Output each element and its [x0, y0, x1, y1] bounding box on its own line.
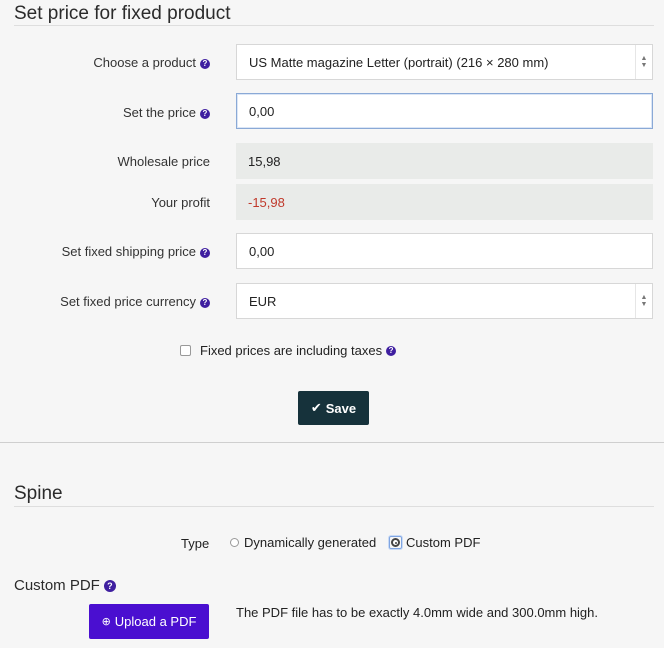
help-icon[interactable]: ? [386, 345, 397, 356]
spine-type-label: Type [181, 536, 210, 551]
price-label: Set the price? [14, 105, 210, 120]
help-icon[interactable]: ? [200, 109, 210, 119]
currency-label: Set fixed price currency? [14, 294, 210, 309]
radio-custom[interactable] [391, 538, 400, 547]
section-divider [0, 442, 664, 443]
wholesale-value: 15,98 [236, 143, 653, 179]
pdf-size-note: The PDF file has to be exactly 4.0mm wid… [236, 605, 599, 620]
divider [14, 25, 654, 26]
save-button[interactable]: ✔ Save [298, 391, 369, 425]
upload-pdf-label: Upload a PDF [114, 614, 197, 629]
wholesale-label: Wholesale price [14, 154, 211, 169]
radio-custom-label: Custom PDF [406, 535, 481, 550]
currency-label-text: Set fixed price currency [60, 294, 196, 309]
currency-select[interactable]: EUR ▲ ▼ [236, 283, 653, 319]
product-select-value: US Matte magazine Letter (portrait) (216… [249, 54, 549, 70]
divider [14, 506, 654, 507]
radio-dynamic-row[interactable]: Dynamically generated [230, 535, 376, 550]
radio-custom-row[interactable]: Custom PDF [389, 535, 480, 550]
taxes-checkbox[interactable] [180, 345, 191, 356]
custom-pdf-title-text: Custom PDF [14, 577, 100, 594]
shipping-label-text: Set fixed shipping price [61, 244, 196, 259]
profit-value: -15,98 [236, 184, 653, 220]
upload-icon: ⊕ [101, 616, 111, 628]
radio-dynamic[interactable] [230, 538, 239, 547]
radio-custom-focus-ring [389, 536, 402, 549]
help-icon[interactable]: ? [103, 580, 116, 592]
taxes-label: Fixed prices are including taxes [200, 343, 383, 358]
custom-pdf-title: Custom PDF? [14, 577, 116, 594]
fixed-price-title: Set price for fixed product [14, 3, 231, 24]
profit-label-text: Your profit [151, 195, 210, 210]
taxes-checkbox-row[interactable]: Fixed prices are including taxes? [180, 343, 397, 358]
shipping-input-value: 0,00 [249, 243, 275, 259]
shipping-label: Set fixed shipping price? [14, 244, 210, 259]
upload-pdf-button[interactable]: ⊕ Upload a PDF [89, 604, 209, 639]
spine-title: Spine [14, 483, 63, 504]
product-label: Choose a product? [14, 55, 210, 70]
price-input[interactable]: 0,00 [236, 93, 653, 129]
chevron-down-icon: ▲ ▼ [635, 284, 652, 318]
radio-dynamic-label: Dynamically generated [244, 535, 377, 550]
profit-label: Your profit [14, 195, 210, 210]
help-icon[interactable]: ? [200, 59, 210, 69]
wholesale-value-text: 15,98 [248, 153, 281, 169]
help-icon[interactable]: ? [200, 298, 210, 308]
save-button-label: Save [325, 400, 357, 416]
profit-value-text: -15,98 [248, 194, 285, 210]
check-icon: ✔ [310, 400, 322, 415]
price-label-text: Set the price [123, 105, 196, 120]
product-select[interactable]: US Matte magazine Letter (portrait) (216… [236, 44, 653, 80]
help-icon[interactable]: ? [200, 248, 210, 258]
chevron-down-icon: ▲ ▼ [635, 45, 652, 79]
currency-select-value: EUR [249, 293, 277, 309]
price-input-value: 0,00 [249, 103, 275, 119]
wholesale-label-text: Wholesale price [117, 154, 211, 169]
shipping-input[interactable]: 0,00 [236, 233, 653, 269]
product-label-text: Choose a product [93, 55, 196, 70]
